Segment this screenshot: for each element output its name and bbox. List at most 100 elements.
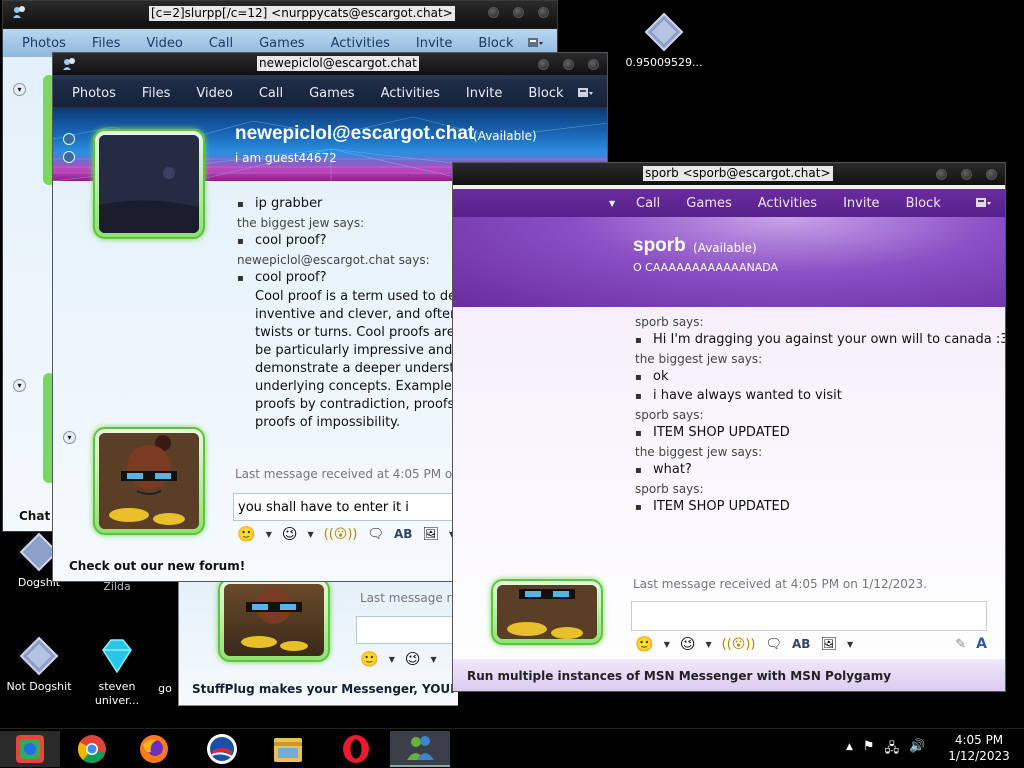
- message-input[interactable]: [631, 601, 987, 631]
- menu-activities[interactable]: Activities: [745, 196, 830, 211]
- minimize-button[interactable]: [936, 169, 947, 180]
- menu-files[interactable]: Files: [79, 36, 134, 51]
- menu-games[interactable]: Games: [246, 36, 317, 51]
- options-icon[interactable]: [975, 196, 991, 210]
- back-last-message: Last message re: [360, 591, 459, 605]
- emoticon-icon[interactable]: 🙂: [237, 525, 256, 543]
- message-list: sporb says: Hi I'm dragging you against …: [635, 313, 1005, 517]
- taskbar-app-1[interactable]: [0, 731, 60, 767]
- menu-photos[interactable]: Photos: [9, 36, 79, 51]
- options-icon[interactable]: [577, 86, 593, 100]
- desktop-icon-file[interactable]: 0.95009529...: [624, 12, 704, 70]
- message-text: ok: [635, 368, 1005, 387]
- messenger-icon: [63, 58, 75, 70]
- diamond-icon: [102, 639, 132, 674]
- firefox-icon: [140, 735, 168, 763]
- collapse-icon[interactable]: ▾: [13, 83, 26, 96]
- background-icon[interactable]: 🖼: [820, 637, 837, 652]
- messenger-icon: [407, 736, 434, 760]
- collapse-icon[interactable]: ▾: [13, 379, 26, 392]
- desktop-icon-go-2[interactable]: go: [150, 682, 180, 696]
- menu-call[interactable]: Call: [196, 36, 246, 51]
- taskbar-firefox[interactable]: [124, 731, 184, 767]
- options-icon[interactable]: [527, 36, 543, 50]
- close-button[interactable]: [538, 7, 549, 18]
- menu-photos[interactable]: Photos: [59, 86, 129, 101]
- menu-block[interactable]: Block: [893, 196, 954, 211]
- desktop-icon-steven[interactable]: steven univer...: [80, 636, 154, 708]
- background-icon[interactable]: 🖼: [422, 527, 439, 542]
- menu-activities[interactable]: Activities: [318, 36, 403, 51]
- footer-link[interactable]: Run multiple instances of MSN Messenger …: [467, 669, 891, 683]
- show-hidden-icons[interactable]: ▲: [846, 739, 853, 761]
- menu-block[interactable]: Block: [515, 86, 576, 101]
- expand-icon[interactable]: [63, 133, 75, 145]
- nudge-icon[interactable]: ((😮)): [324, 527, 358, 542]
- nudge-icon[interactable]: ((😮)): [722, 637, 756, 652]
- menu-invite[interactable]: Invite: [830, 196, 892, 211]
- clock[interactable]: 4:05 PM 1/12/2023: [942, 732, 1016, 764]
- maximize-button[interactable]: [563, 59, 574, 70]
- window-title: sporb <sporb@escargot.chat>: [643, 166, 833, 181]
- maximize-button[interactable]: [961, 169, 972, 180]
- wink-icon[interactable]: 😉: [282, 525, 298, 543]
- close-button[interactable]: [588, 59, 599, 70]
- menu-bar: Photos Files Video Call Games Activities…: [53, 79, 607, 107]
- menu-video[interactable]: Video: [183, 86, 245, 101]
- maximize-button[interactable]: [513, 7, 524, 18]
- expand-icon[interactable]: [63, 151, 75, 163]
- clock-date: 1/12/2023: [948, 749, 1010, 763]
- handwriting-icon[interactable]: ✎: [955, 637, 966, 652]
- menu-video[interactable]: Video: [133, 36, 195, 51]
- title-bar[interactable]: newepiclol@escargot.chat: [53, 53, 607, 75]
- flag-icon[interactable]: ⚑: [863, 739, 875, 761]
- network-icon[interactable]: 🖧: [885, 739, 900, 761]
- message-text: what?: [635, 461, 1005, 480]
- wink-icon[interactable]: 😉: [680, 635, 696, 653]
- font-icon[interactable]: AB: [394, 527, 412, 541]
- back-toolbar: 🙂 ▼ 😉 ▼: [360, 650, 437, 668]
- menu-files[interactable]: Files: [129, 86, 184, 101]
- text-format-icon[interactable]: A: [976, 636, 987, 652]
- minimize-button[interactable]: [488, 7, 499, 18]
- wink-icon[interactable]: 😉: [405, 650, 421, 668]
- chat-label: Chat: [19, 509, 51, 523]
- voice-clip-icon[interactable]: 🗨: [367, 527, 384, 542]
- back-footer[interactable]: StuffPlug makes your Messenger, YOUR M: [192, 682, 454, 696]
- taskbar-file-explorer[interactable]: [258, 731, 318, 767]
- taskbar-messenger[interactable]: [390, 731, 450, 767]
- menu-bar: Call Games Activities Invite Block: [453, 189, 1005, 217]
- taskbar-chrome[interactable]: [62, 731, 122, 767]
- emoticon-icon[interactable]: 🙂: [360, 650, 379, 668]
- font-icon[interactable]: AB: [792, 637, 810, 651]
- sporb-chat-window[interactable]: sporb <sporb@escargot.chat> Call Games A…: [452, 162, 1006, 692]
- menu-block[interactable]: Block: [465, 36, 526, 51]
- minimize-button[interactable]: [538, 59, 549, 70]
- menu-dropdown-arrow[interactable]: ▼: [609, 199, 615, 208]
- menu-invite[interactable]: Invite: [403, 36, 465, 51]
- back-input[interactable]: [356, 616, 456, 644]
- message-sender: the biggest jew says:: [635, 352, 763, 366]
- menu-call[interactable]: Call: [623, 196, 673, 211]
- menu-call[interactable]: Call: [246, 86, 296, 101]
- menu-activities[interactable]: Activities: [368, 86, 453, 101]
- taskbar-app-4[interactable]: [192, 731, 252, 767]
- menu-games[interactable]: Games: [296, 86, 367, 101]
- avatar-image: [497, 585, 597, 639]
- menu-games[interactable]: Games: [673, 196, 744, 211]
- taskbar-opera[interactable]: [326, 731, 386, 767]
- title-bar[interactable]: [c=2]slurpp[/c=12] <nurppycats@escargot.…: [3, 1, 557, 27]
- message-sender: sporb says:: [635, 315, 704, 329]
- collapse-icon[interactable]: ▾: [63, 431, 76, 444]
- app-icon: [16, 735, 44, 763]
- close-button[interactable]: [986, 169, 997, 180]
- title-bar[interactable]: sporb <sporb@escargot.chat>: [453, 163, 1005, 185]
- volume-icon[interactable]: 🔊: [909, 739, 925, 761]
- voice-clip-icon[interactable]: 🗨: [765, 637, 782, 652]
- emoticon-icon[interactable]: 🙂: [635, 635, 654, 653]
- avatar-image: [99, 433, 199, 529]
- footer-link[interactable]: Check out our new forum!: [69, 559, 245, 573]
- desktop-icon-not-dogshit[interactable]: Not Dogshit: [2, 636, 76, 694]
- window-title: [c=2]slurpp[/c=12] <nurppycats@escargot.…: [149, 6, 455, 21]
- menu-invite[interactable]: Invite: [453, 86, 515, 101]
